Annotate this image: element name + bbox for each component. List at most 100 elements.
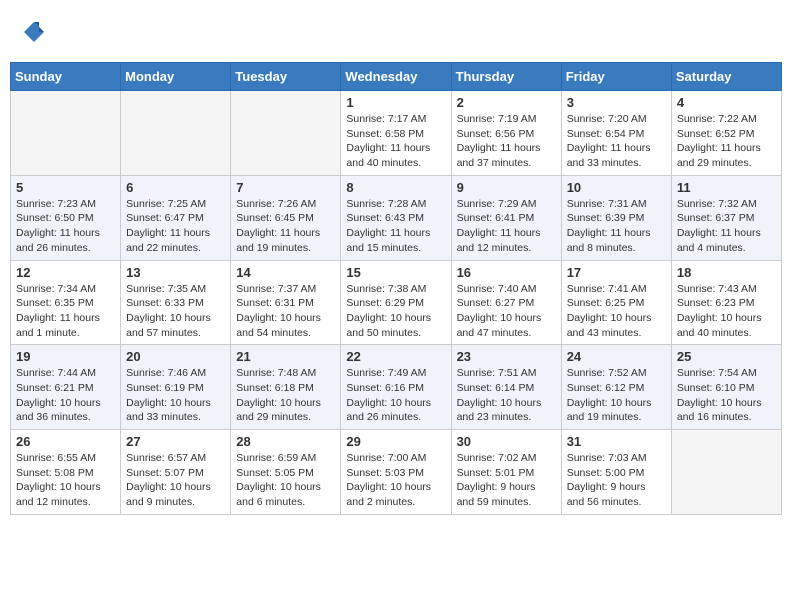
calendar-day-cell: 8 Sunrise: 7:28 AM Sunset: 6:43 PM Daylig… (341, 175, 451, 260)
calendar-day-cell: 20Sunrise: 7:46 AM Sunset: 6:19 PM Dayli… (121, 345, 231, 430)
day-info: Sunrise: 7:51 AM Sunset: 6:14 PM Dayligh… (457, 366, 556, 425)
weekday-header: Sunday (11, 63, 121, 91)
day-info: Sunrise: 7:25 AM Sunset: 6:47 PM Dayligh… (126, 197, 225, 256)
page-header (10, 10, 782, 58)
calendar-day-cell: 6 Sunrise: 7:25 AM Sunset: 6:47 PM Daylig… (121, 175, 231, 260)
day-info: Sunrise: 7:37 AM Sunset: 6:31 PM Dayligh… (236, 282, 335, 341)
day-info: Sunrise: 7:03 AM Sunset: 5:00 PM Dayligh… (567, 451, 666, 510)
day-number: 12 (16, 265, 115, 280)
calendar-day-cell: 11 Sunrise: 7:32 AM Sunset: 6:37 PM Dayli… (671, 175, 781, 260)
calendar-day-cell: 5 Sunrise: 7:23 AM Sunset: 6:50 PM Daylig… (11, 175, 121, 260)
calendar-day-cell: 19 Sunrise: 7:44 AM Sunset: 6:21 PM Dayli… (11, 345, 121, 430)
day-number: 11 (677, 180, 776, 195)
day-number: 6 (126, 180, 225, 195)
day-info: Sunrise: 7:32 AM Sunset: 6:37 PM Dayligh… (677, 197, 776, 256)
day-info: Sunrise: 7:54 AM Sunset: 6:10 PM Dayligh… (677, 366, 776, 425)
calendar-day-cell: 22Sunrise: 7:49 AM Sunset: 6:16 PM Dayli… (341, 345, 451, 430)
weekday-header: Monday (121, 63, 231, 91)
day-number: 17 (567, 265, 666, 280)
calendar-day-cell: 9 Sunrise: 7:29 AM Sunset: 6:41 PM Daylig… (451, 175, 561, 260)
day-number: 13 (126, 265, 225, 280)
day-number: 16 (457, 265, 556, 280)
day-number: 14 (236, 265, 335, 280)
calendar-day-cell: 1Sunrise: 7:17 AM Sunset: 6:58 PM Daylig… (341, 91, 451, 176)
calendar-day-cell (671, 430, 781, 515)
day-info: Sunrise: 7:44 AM Sunset: 6:21 PM Dayligh… (16, 366, 115, 425)
day-info: Sunrise: 7:46 AM Sunset: 6:19 PM Dayligh… (126, 366, 225, 425)
day-info: Sunrise: 7:29 AM Sunset: 6:41 PM Dayligh… (457, 197, 556, 256)
calendar-day-cell (231, 91, 341, 176)
calendar-day-cell: 21 Sunrise: 7:48 AM Sunset: 6:18 PM Dayli… (231, 345, 341, 430)
day-info: Sunrise: 7:43 AM Sunset: 6:23 PM Dayligh… (677, 282, 776, 341)
day-number: 26 (16, 434, 115, 449)
calendar-day-cell: 15Sunrise: 7:38 AM Sunset: 6:29 PM Dayli… (341, 260, 451, 345)
day-info: Sunrise: 7:40 AM Sunset: 6:27 PM Dayligh… (457, 282, 556, 341)
calendar-week-row: 1Sunrise: 7:17 AM Sunset: 6:58 PM Daylig… (11, 91, 782, 176)
calendar-week-row: 12 Sunrise: 7:34 AM Sunset: 6:35 PM Dayli… (11, 260, 782, 345)
calendar-header-row: SundayMondayTuesdayWednesdayThursdayFrid… (11, 63, 782, 91)
calendar-day-cell: 4Sunrise: 7:22 AM Sunset: 6:52 PM Daylig… (671, 91, 781, 176)
calendar-day-cell: 27Sunrise: 6:57 AM Sunset: 5:07 PM Dayli… (121, 430, 231, 515)
weekday-header: Saturday (671, 63, 781, 91)
day-info: Sunrise: 7:41 AM Sunset: 6:25 PM Dayligh… (567, 282, 666, 341)
calendar-day-cell: 13 Sunrise: 7:35 AM Sunset: 6:33 PM Dayli… (121, 260, 231, 345)
day-number: 9 (457, 180, 556, 195)
day-info: Sunrise: 7:49 AM Sunset: 6:16 PM Dayligh… (346, 366, 445, 425)
calendar-day-cell: 3 Sunrise: 7:20 AM Sunset: 6:54 PM Daylig… (561, 91, 671, 176)
day-number: 10 (567, 180, 666, 195)
day-info: Sunrise: 7:22 AM Sunset: 6:52 PM Dayligh… (677, 112, 776, 171)
day-info: Sunrise: 7:02 AM Sunset: 5:01 PM Dayligh… (457, 451, 556, 510)
day-info: Sunrise: 7:52 AM Sunset: 6:12 PM Dayligh… (567, 366, 666, 425)
calendar-day-cell: 16 Sunrise: 7:40 AM Sunset: 6:27 PM Dayli… (451, 260, 561, 345)
day-info: Sunrise: 7:23 AM Sunset: 6:50 PM Dayligh… (16, 197, 115, 256)
day-info: Sunrise: 6:55 AM Sunset: 5:08 PM Dayligh… (16, 451, 115, 510)
weekday-header: Thursday (451, 63, 561, 91)
day-info: Sunrise: 6:57 AM Sunset: 5:07 PM Dayligh… (126, 451, 225, 510)
calendar-day-cell: 10 Sunrise: 7:31 AM Sunset: 6:39 PM Dayli… (561, 175, 671, 260)
logo-icon (22, 20, 46, 44)
day-number: 29 (346, 434, 445, 449)
day-info: Sunrise: 7:34 AM Sunset: 6:35 PM Dayligh… (16, 282, 115, 341)
calendar-week-row: 19 Sunrise: 7:44 AM Sunset: 6:21 PM Dayli… (11, 345, 782, 430)
day-number: 24 (567, 349, 666, 364)
day-number: 23 (457, 349, 556, 364)
calendar-day-cell (121, 91, 231, 176)
calendar-day-cell: 30 Sunrise: 7:02 AM Sunset: 5:01 PM Dayli… (451, 430, 561, 515)
day-info: Sunrise: 7:28 AM Sunset: 6:43 PM Dayligh… (346, 197, 445, 256)
calendar-day-cell: 12 Sunrise: 7:34 AM Sunset: 6:35 PM Dayli… (11, 260, 121, 345)
day-info: Sunrise: 7:35 AM Sunset: 6:33 PM Dayligh… (126, 282, 225, 341)
day-number: 2 (457, 95, 556, 110)
day-info: Sunrise: 6:59 AM Sunset: 5:05 PM Dayligh… (236, 451, 335, 510)
weekday-header: Tuesday (231, 63, 341, 91)
calendar-week-row: 5 Sunrise: 7:23 AM Sunset: 6:50 PM Daylig… (11, 175, 782, 260)
calendar-day-cell (11, 91, 121, 176)
calendar-day-cell: 29 Sunrise: 7:00 AM Sunset: 5:03 PM Dayli… (341, 430, 451, 515)
calendar-week-row: 26 Sunrise: 6:55 AM Sunset: 5:08 PM Dayli… (11, 430, 782, 515)
day-info: Sunrise: 7:48 AM Sunset: 6:18 PM Dayligh… (236, 366, 335, 425)
calendar-day-cell: 23 Sunrise: 7:51 AM Sunset: 6:14 PM Dayli… (451, 345, 561, 430)
calendar-day-cell: 24 Sunrise: 7:52 AM Sunset: 6:12 PM Dayli… (561, 345, 671, 430)
calendar-day-cell: 2Sunrise: 7:19 AM Sunset: 6:56 PM Daylig… (451, 91, 561, 176)
day-number: 5 (16, 180, 115, 195)
day-number: 18 (677, 265, 776, 280)
calendar-day-cell: 25 Sunrise: 7:54 AM Sunset: 6:10 PM Dayli… (671, 345, 781, 430)
day-number: 19 (16, 349, 115, 364)
day-info: Sunrise: 7:20 AM Sunset: 6:54 PM Dayligh… (567, 112, 666, 171)
day-number: 8 (346, 180, 445, 195)
day-number: 25 (677, 349, 776, 364)
calendar-day-cell: 17 Sunrise: 7:41 AM Sunset: 6:25 PM Dayli… (561, 260, 671, 345)
day-number: 7 (236, 180, 335, 195)
calendar-day-cell: 14 Sunrise: 7:37 AM Sunset: 6:31 PM Dayli… (231, 260, 341, 345)
calendar-table: SundayMondayTuesdayWednesdayThursdayFrid… (10, 62, 782, 515)
weekday-header: Friday (561, 63, 671, 91)
day-number: 3 (567, 95, 666, 110)
weekday-header: Wednesday (341, 63, 451, 91)
day-number: 30 (457, 434, 556, 449)
calendar-day-cell: 31 Sunrise: 7:03 AM Sunset: 5:00 PM Dayli… (561, 430, 671, 515)
calendar-body: 1Sunrise: 7:17 AM Sunset: 6:58 PM Daylig… (11, 91, 782, 515)
day-number: 31 (567, 434, 666, 449)
day-number: 1 (346, 95, 445, 110)
day-number: 21 (236, 349, 335, 364)
day-info: Sunrise: 7:31 AM Sunset: 6:39 PM Dayligh… (567, 197, 666, 256)
day-info: Sunrise: 7:00 AM Sunset: 5:03 PM Dayligh… (346, 451, 445, 510)
